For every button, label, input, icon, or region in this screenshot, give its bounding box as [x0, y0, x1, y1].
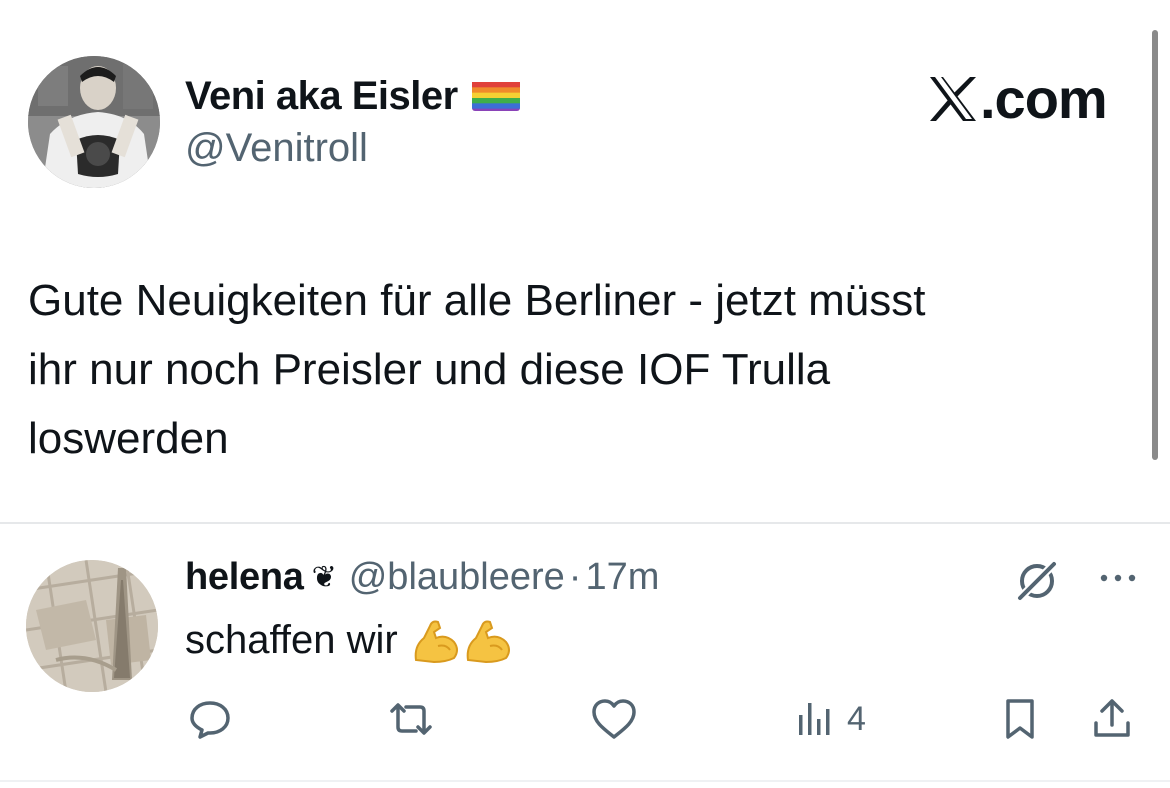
heart-icon — [592, 699, 636, 739]
reply-text: schaffen wir — [185, 617, 398, 662]
retweet-icon — [390, 703, 432, 735]
more-options-icon[interactable] — [1096, 568, 1140, 588]
views-count: 4 — [847, 699, 866, 738]
reply-header: helena ❦ @blaubleere · 17m — [185, 556, 659, 599]
reply-timestamp[interactable]: 17m — [585, 556, 659, 599]
bookmark-icon — [1006, 699, 1034, 739]
like-button[interactable] — [590, 696, 638, 742]
share-button[interactable] — [1090, 696, 1134, 742]
rainbow-flag-icon — [471, 79, 520, 112]
share-icon — [1094, 699, 1130, 737]
retweet-button[interactable] — [386, 696, 436, 742]
grok-icon[interactable] — [1012, 556, 1062, 606]
author-handle[interactable]: @Venitroll — [185, 126, 368, 171]
reply-display-name[interactable]: helena — [185, 556, 304, 599]
reply-body: schaffen wir — [185, 616, 514, 664]
avatar[interactable] — [28, 56, 160, 188]
author-name[interactable]: Veni aka Eisler — [185, 74, 520, 119]
divider-bottom — [0, 780, 1170, 782]
scrollbar[interactable] — [1152, 30, 1158, 460]
avatar-map-image — [26, 560, 158, 692]
tweet-text: Gute Neuigkeiten für alle Berliner - jet… — [28, 276, 926, 463]
author-display-name[interactable]: Veni aka Eisler — [185, 74, 458, 118]
x-com-brand: .com — [928, 66, 1108, 131]
reply-button[interactable] — [188, 696, 232, 742]
reply-avatar[interactable] — [26, 560, 158, 692]
comment-icon — [190, 701, 230, 739]
heart-badge-icon: ❦ — [311, 561, 337, 594]
views-chart-icon — [799, 703, 830, 735]
separator-dot: · — [568, 556, 582, 598]
avatar-photo — [28, 56, 160, 188]
flexed-biceps-icon — [414, 620, 458, 664]
x-logo-icon — [930, 76, 976, 121]
brand-text: .com — [980, 67, 1108, 130]
flexed-biceps-icon — [466, 620, 510, 664]
quoted-tweet-card[interactable]: Veni aka Eisler @Venitroll .com Gute Neu… — [0, 0, 1150, 522]
divider — [0, 522, 1170, 524]
bookmark-button[interactable] — [1000, 696, 1040, 742]
views-button[interactable]: 4 — [795, 696, 866, 742]
reply-handle[interactable]: @blaubleere — [349, 556, 565, 599]
